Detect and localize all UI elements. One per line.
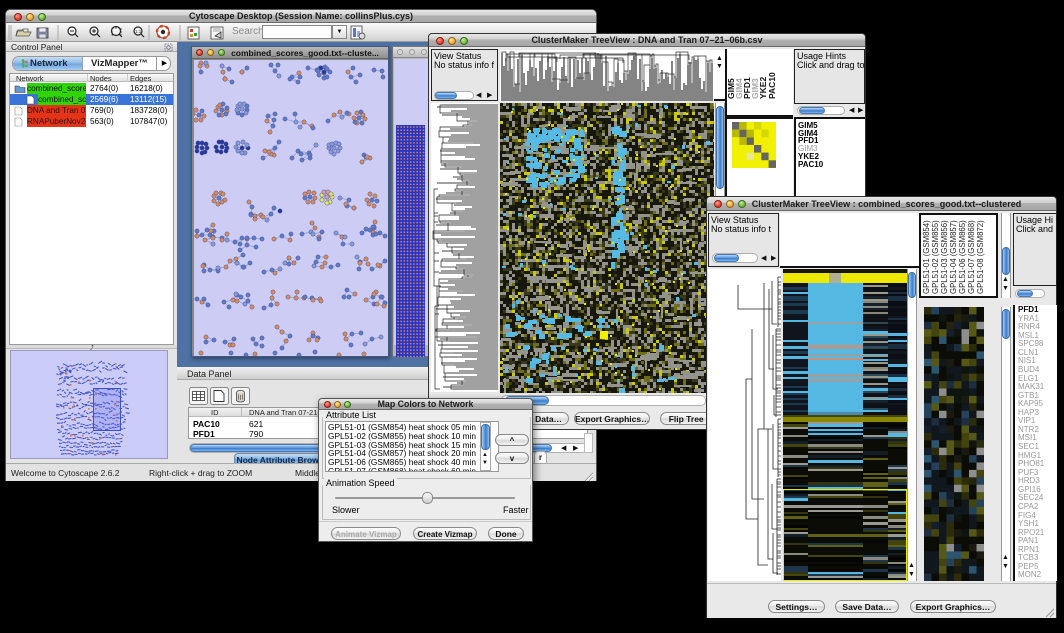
svg-text:GPL51-07 (GSM868): GPL51-07 (GSM868) bbox=[967, 220, 976, 294]
svg-text:GPL51-02 (GSM855): GPL51-02 (GSM855) bbox=[931, 220, 940, 294]
svg-text:GPL51-01 (GSM854): GPL51-01 (GSM854) bbox=[922, 220, 931, 294]
svg-text:GPL51-06 (GSM865): GPL51-06 (GSM865) bbox=[958, 220, 967, 294]
svg-text:GPL51-08 (GSM872): GPL51-08 (GSM872) bbox=[976, 220, 985, 294]
svg-text:1:1: 1:1 bbox=[135, 29, 142, 34]
svg-text:GPL51-04 (GSM857): GPL51-04 (GSM857) bbox=[949, 220, 958, 294]
svg-text:GPL51-03 (GSM856): GPL51-03 (GSM856) bbox=[940, 220, 949, 294]
svg-text:PAC10: PAC10 bbox=[767, 72, 777, 99]
